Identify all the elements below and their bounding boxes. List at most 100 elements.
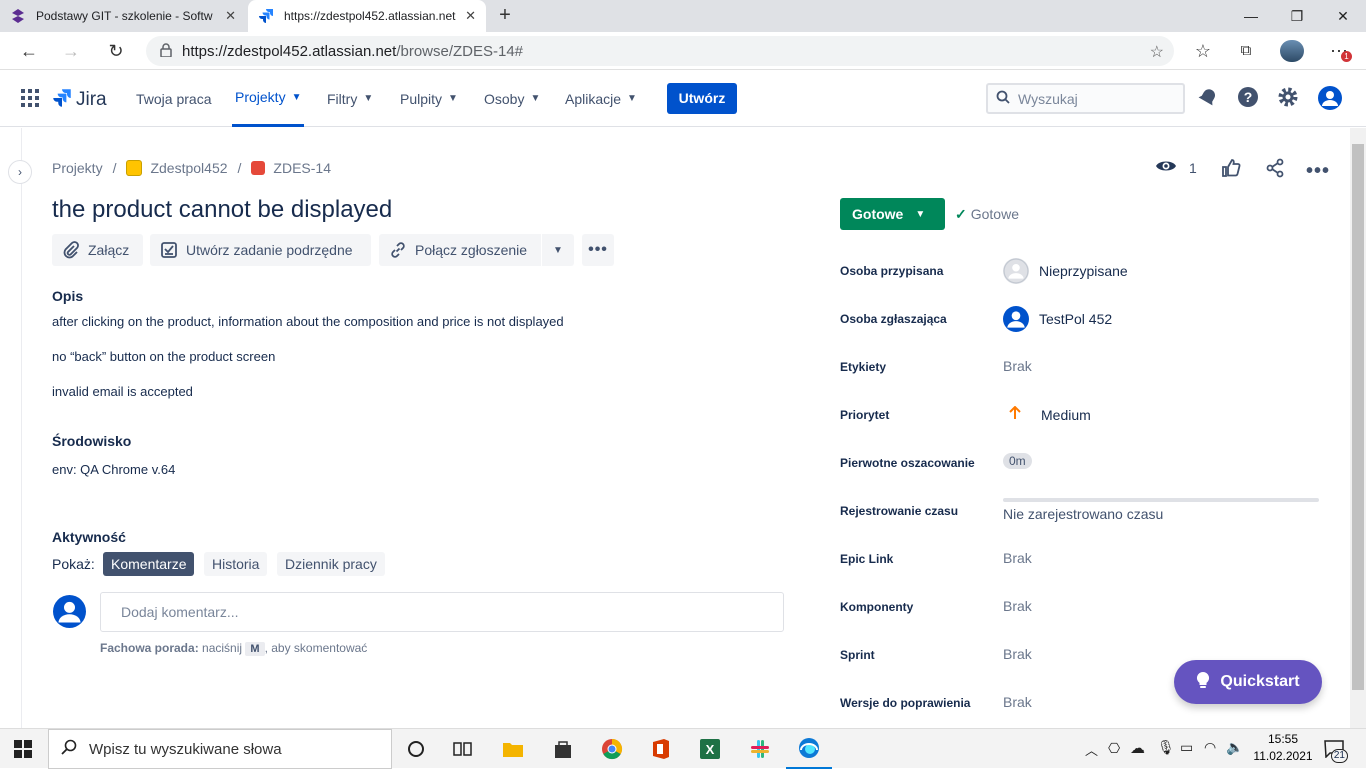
field-timetracking[interactable]: Nie zarejestrowano czasu: [1003, 506, 1163, 522]
link-dropdown-button[interactable]: ▼: [542, 234, 574, 266]
file-explorer-icon[interactable]: [490, 729, 536, 769]
field-sprint[interactable]: Brak: [1003, 646, 1032, 662]
reporter-value: TestPol 452: [1039, 311, 1113, 327]
profile-avatar[interactable]: [1280, 40, 1304, 62]
description-line[interactable]: no “back” button on the product screen: [52, 349, 275, 364]
description-line[interactable]: after clicking on the product, informati…: [52, 314, 564, 329]
field-fixversions[interactable]: Brak: [1003, 694, 1032, 710]
office-icon[interactable]: [638, 729, 684, 769]
attach-button[interactable]: Załącz: [52, 234, 143, 266]
search-input[interactable]: Wyszukaj: [986, 83, 1185, 114]
link-issue-button[interactable]: Połącz zgłoszenie: [379, 234, 541, 266]
taskbar-clock[interactable]: 15:55 11.02.2021: [1250, 731, 1316, 765]
field-epic[interactable]: Brak: [1003, 550, 1032, 566]
browser-tab-softwaremill[interactable]: Podstawy GIT - szkolenie - Softw ✕: [0, 0, 246, 32]
tray-chevron-up-icon[interactable]: ︿: [1085, 740, 1098, 759]
field-reporter[interactable]: TestPol 452: [1003, 306, 1112, 332]
svg-text:?: ?: [1244, 89, 1253, 105]
excel-icon[interactable]: X: [687, 729, 733, 769]
breadcrumb-separator: /: [237, 160, 242, 176]
chrome-icon[interactable]: [589, 729, 635, 769]
field-components[interactable]: Brak: [1003, 598, 1032, 614]
minimize-button[interactable]: —: [1228, 0, 1274, 32]
field-assignee[interactable]: Nieprzypisane: [1003, 258, 1128, 284]
wifi-icon[interactable]: ◠: [1204, 739, 1216, 756]
battery-icon[interactable]: ▭: [1180, 739, 1193, 756]
browser-tab-jira[interactable]: https://zdestpol452.atlassian.net ✕: [248, 0, 486, 32]
close-icon[interactable]: ✕: [465, 8, 476, 24]
help-icon[interactable]: ?: [1237, 86, 1261, 110]
page-scrollbar[interactable]: [1350, 128, 1366, 728]
microphone-icon[interactable]: 🎙: [1157, 739, 1175, 756]
more-actions-button[interactable]: •••: [582, 234, 614, 266]
user-avatar-icon[interactable]: [1318, 86, 1342, 110]
maximize-button[interactable]: ❐: [1274, 0, 1320, 32]
tab-history[interactable]: Historia: [204, 552, 268, 576]
action-center-icon[interactable]: 21: [1322, 739, 1348, 763]
favorites-icon[interactable]: ☆: [1190, 39, 1216, 63]
nav-twoja-praca[interactable]: Twoja praca: [136, 70, 211, 127]
tray-app-icon[interactable]: ⎔: [1108, 740, 1120, 757]
tip-bold: Fachowa porada:: [100, 641, 199, 655]
back-arrow-icon[interactable]: ←: [16, 39, 42, 63]
nav-pulpity[interactable]: Pulpity ▼: [400, 70, 458, 127]
app-switcher-icon[interactable]: [20, 88, 40, 111]
notifications-icon[interactable]: [1197, 86, 1221, 110]
task-view-icon[interactable]: [440, 729, 486, 769]
field-label-priority: Priorytet: [840, 408, 890, 422]
eye-icon: [1155, 158, 1177, 177]
onedrive-icon[interactable]: ☁: [1130, 739, 1145, 757]
nav-aplikacje[interactable]: Aplikacje ▼: [565, 70, 637, 127]
tab-worklog[interactable]: Dziennik pracy: [277, 552, 385, 576]
chevron-down-icon: ▼: [627, 93, 637, 104]
taskbar-search-input[interactable]: Wpisz tu wyszukiwane słowa: [48, 729, 392, 769]
scrollbar-thumb[interactable]: [1352, 144, 1364, 690]
close-icon[interactable]: ✕: [225, 8, 236, 24]
environment-value[interactable]: env: QA Chrome v.64: [52, 462, 175, 477]
share-icon[interactable]: [1265, 158, 1285, 181]
quickstart-button[interactable]: Quickstart: [1174, 660, 1322, 704]
ellipsis-icon: •••: [588, 241, 608, 258]
edge-icon[interactable]: [786, 729, 832, 769]
nav-osoby[interactable]: Osoby ▼: [484, 70, 540, 127]
comment-input[interactable]: Dodaj komentarz...: [100, 592, 784, 632]
description-line[interactable]: invalid email is accepted: [52, 384, 193, 399]
attach-label: Załącz: [88, 242, 130, 258]
nav-label: Pulpity: [400, 90, 443, 107]
windows-start-icon[interactable]: [0, 729, 46, 769]
address-bar[interactable]: https://zdestpol452.atlassian.net/browse…: [146, 36, 1174, 66]
nav-projekty[interactable]: Projekty ▼: [232, 70, 305, 127]
store-icon[interactable]: [540, 729, 586, 769]
watchers-button[interactable]: 1: [1155, 158, 1197, 177]
more-actions-icon[interactable]: •••: [1306, 160, 1330, 183]
thumbs-up-icon[interactable]: [1221, 158, 1241, 181]
field-labels[interactable]: Brak: [1003, 358, 1032, 374]
tab-comments[interactable]: Komentarze: [103, 552, 195, 576]
jira-wordmark: Jira: [76, 88, 107, 110]
close-window-button[interactable]: ✕: [1320, 0, 1366, 32]
jira-logo[interactable]: Jira: [52, 87, 107, 112]
breadcrumb-project[interactable]: Zdestpol452: [150, 160, 227, 176]
status-label: Gotowe: [852, 206, 904, 222]
new-tab-button[interactable]: +: [494, 4, 516, 26]
nav-filtry[interactable]: Filtry ▼: [327, 70, 373, 127]
reload-icon[interactable]: ↻: [103, 39, 129, 63]
volume-icon[interactable]: 🔈: [1226, 739, 1243, 756]
issue-title[interactable]: the product cannot be displayed: [52, 196, 392, 224]
create-button[interactable]: Utwórz: [667, 83, 737, 114]
field-estimate[interactable]: 0m: [1003, 453, 1032, 469]
create-subtask-button[interactable]: Utwórz zadanie podrzędne: [150, 234, 371, 266]
expand-sidebar-chevron-icon[interactable]: ›: [8, 160, 32, 184]
breadcrumb-issue-key[interactable]: ZDES-14: [273, 160, 331, 176]
unassigned-avatar-icon: [1003, 258, 1029, 284]
field-priority[interactable]: Medium: [1003, 405, 1091, 423]
forward-arrow-icon[interactable]: →: [58, 39, 84, 63]
show-label: Pokaż:: [52, 556, 95, 572]
cortana-icon[interactable]: [393, 729, 439, 769]
status-dropdown-button[interactable]: Gotowe ▼: [840, 198, 945, 230]
add-favorite-icon[interactable]: ☆: [1150, 42, 1164, 62]
slack-icon[interactable]: [737, 729, 783, 769]
breadcrumb-projects[interactable]: Projekty: [52, 160, 103, 176]
settings-gear-icon[interactable]: [1277, 86, 1301, 110]
collections-icon[interactable]: ⧉: [1233, 39, 1259, 63]
